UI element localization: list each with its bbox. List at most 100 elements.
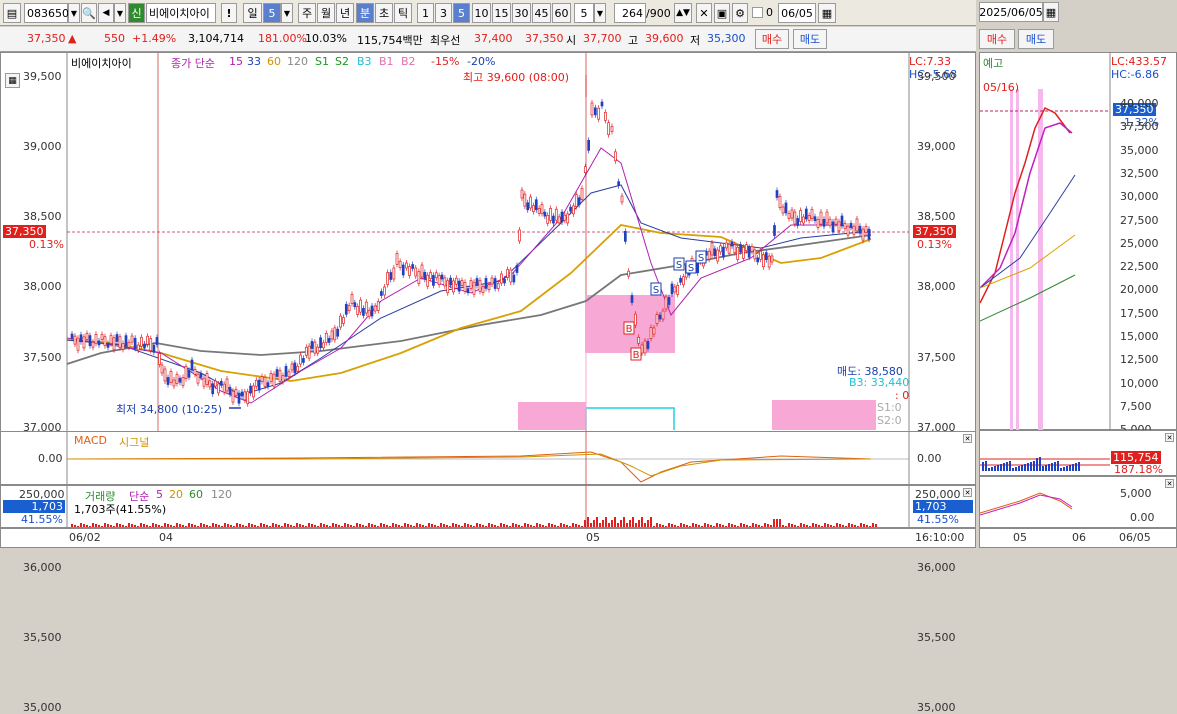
vol-bar <box>92 523 94 527</box>
interval-45[interactable]: 45 <box>532 3 551 23</box>
interval-dropdown-icon[interactable]: ▼ <box>594 3 606 23</box>
interval-1[interactable]: 1 <box>417 3 434 23</box>
code-dropdown-icon[interactable]: ▼ <box>68 3 80 23</box>
candle <box>440 274 444 280</box>
mini-vol-close-icon[interactable]: ✕ <box>1165 433 1174 442</box>
period-week[interactable]: 주 <box>298 3 316 23</box>
vol-bar <box>332 523 334 527</box>
interval-5[interactable]: 5 <box>453 3 470 23</box>
price-chart[interactable]: ▦ BBSSSS 비에이치아이 종가 단순 15 33 60 120 S1 S2… <box>0 52 976 714</box>
buy-button[interactable]: 매수 <box>755 29 789 49</box>
date-input[interactable]: 06/05 <box>778 3 816 23</box>
period-year[interactable]: 년 <box>336 3 354 23</box>
vol-ma120: 120 <box>211 488 232 501</box>
vol-bar <box>626 523 628 527</box>
vol-bar <box>449 526 451 527</box>
period-second[interactable]: 초 <box>375 3 393 23</box>
period-tick[interactable]: 틱 <box>394 3 412 23</box>
vol-bar <box>719 524 721 527</box>
vol-bar <box>602 520 604 527</box>
candle <box>109 335 113 344</box>
mini-price-chart[interactable]: 예고 LC:433.57 HC:-6.86 05/16) 37,350 -1.3… <box>979 52 1177 436</box>
search-icon[interactable]: 🔍 <box>81 3 97 23</box>
vol-ma5: 5 <box>156 488 163 501</box>
candle <box>855 218 859 232</box>
vol-bar <box>104 523 106 527</box>
mini-sell-button[interactable]: 매도 <box>1018 29 1054 49</box>
candle <box>858 225 862 234</box>
indicator-icon[interactable]: ▲▼ <box>674 3 692 23</box>
candle <box>787 213 791 219</box>
vol-bar <box>185 526 187 527</box>
vol-close-icon[interactable]: ✕ <box>963 488 972 497</box>
best-label: 최우선 <box>430 34 461 47</box>
vol-bar <box>587 517 589 527</box>
candle <box>350 294 354 304</box>
interval-15[interactable]: 15 <box>492 3 511 23</box>
period-month[interactable]: 월 <box>317 3 335 23</box>
sell-button[interactable]: 매도 <box>793 29 827 49</box>
macd-signal-line <box>67 453 872 477</box>
period-num[interactable]: 5 <box>263 3 281 23</box>
signal-label: S <box>698 253 704 264</box>
vol-bar <box>173 526 175 527</box>
candle <box>272 373 276 387</box>
macd-close-icon[interactable]: ✕ <box>963 434 972 443</box>
interval-10[interactable]: 10 <box>472 3 491 23</box>
range-input[interactable]: 264 <box>614 3 646 23</box>
candle <box>269 373 273 382</box>
mini-volume-panel[interactable]: 115,754 187.18% ✕ <box>979 430 1177 476</box>
candle <box>158 353 161 365</box>
x-axis: 06/02 04 05 16:10:00 <box>0 528 976 548</box>
volume-panel[interactable]: 거래량 단순 5 20 60 120 1,703주(41.55%) 250,00… <box>0 485 976 529</box>
mini-date[interactable]: 2025/06/05 <box>979 2 1043 22</box>
period-day[interactable]: 일 <box>243 3 262 23</box>
save-icon[interactable]: ▣ <box>714 3 730 23</box>
speaker-dropdown-icon[interactable]: ▼ <box>114 3 126 23</box>
mini-buy-button[interactable]: 매수 <box>979 29 1015 49</box>
interval-3[interactable]: 3 <box>435 3 452 23</box>
candle <box>347 305 351 311</box>
vol-bar <box>764 523 766 527</box>
candle <box>574 194 578 207</box>
stock-code-input[interactable]: 083650 <box>24 3 69 23</box>
candle <box>484 278 488 289</box>
interval-60[interactable]: 60 <box>552 3 571 23</box>
vol-bar <box>728 523 730 527</box>
candle <box>478 279 482 292</box>
vol-bar <box>782 525 784 527</box>
crosshair-icon[interactable]: ✕ <box>696 3 712 23</box>
menu-icon[interactable]: ▤ <box>3 3 21 23</box>
vol-bar <box>503 524 505 527</box>
legend-ma15: 15 <box>229 55 243 68</box>
warning-button[interactable]: ! <box>221 3 237 23</box>
mini-vol-bar <box>1060 468 1062 471</box>
period-dropdown-icon[interactable]: ▼ <box>281 3 293 23</box>
interval-30[interactable]: 30 <box>512 3 531 23</box>
y-tick-right: 39,500 <box>917 70 956 83</box>
legend-b3: B3 <box>357 55 372 68</box>
vol-bar <box>659 524 661 527</box>
checkbox-label: 0 <box>766 6 773 19</box>
mini-sub-close-icon[interactable]: ✕ <box>1165 479 1174 488</box>
vol-bar <box>341 526 343 527</box>
mini-calendar-icon[interactable]: ▦ <box>1043 2 1059 22</box>
vol-bar <box>479 524 481 527</box>
vol-bar <box>386 525 388 527</box>
interval-count-input[interactable]: 5 <box>574 3 594 23</box>
checkbox[interactable] <box>752 7 763 18</box>
speaker-icon[interactable]: ◀ <box>98 3 114 23</box>
candle <box>742 247 745 259</box>
calendar-icon[interactable]: ▦ <box>818 3 836 23</box>
vol-bar <box>566 525 568 527</box>
period-minute[interactable]: 분 <box>356 3 374 23</box>
vol-bar <box>314 525 316 527</box>
vol-bar <box>419 524 421 527</box>
vol-bar <box>233 526 235 527</box>
candle <box>676 285 680 295</box>
y-tick-left: 35,500 <box>23 631 62 645</box>
gear-icon[interactable]: ⚙ <box>732 3 748 23</box>
candle <box>759 250 762 260</box>
macd-panel[interactable]: MACD 시그널 0.00 0.00 ✕ <box>0 431 976 486</box>
mini-sub-panel[interactable]: 5,000 0.00 ✕ <box>979 476 1177 528</box>
